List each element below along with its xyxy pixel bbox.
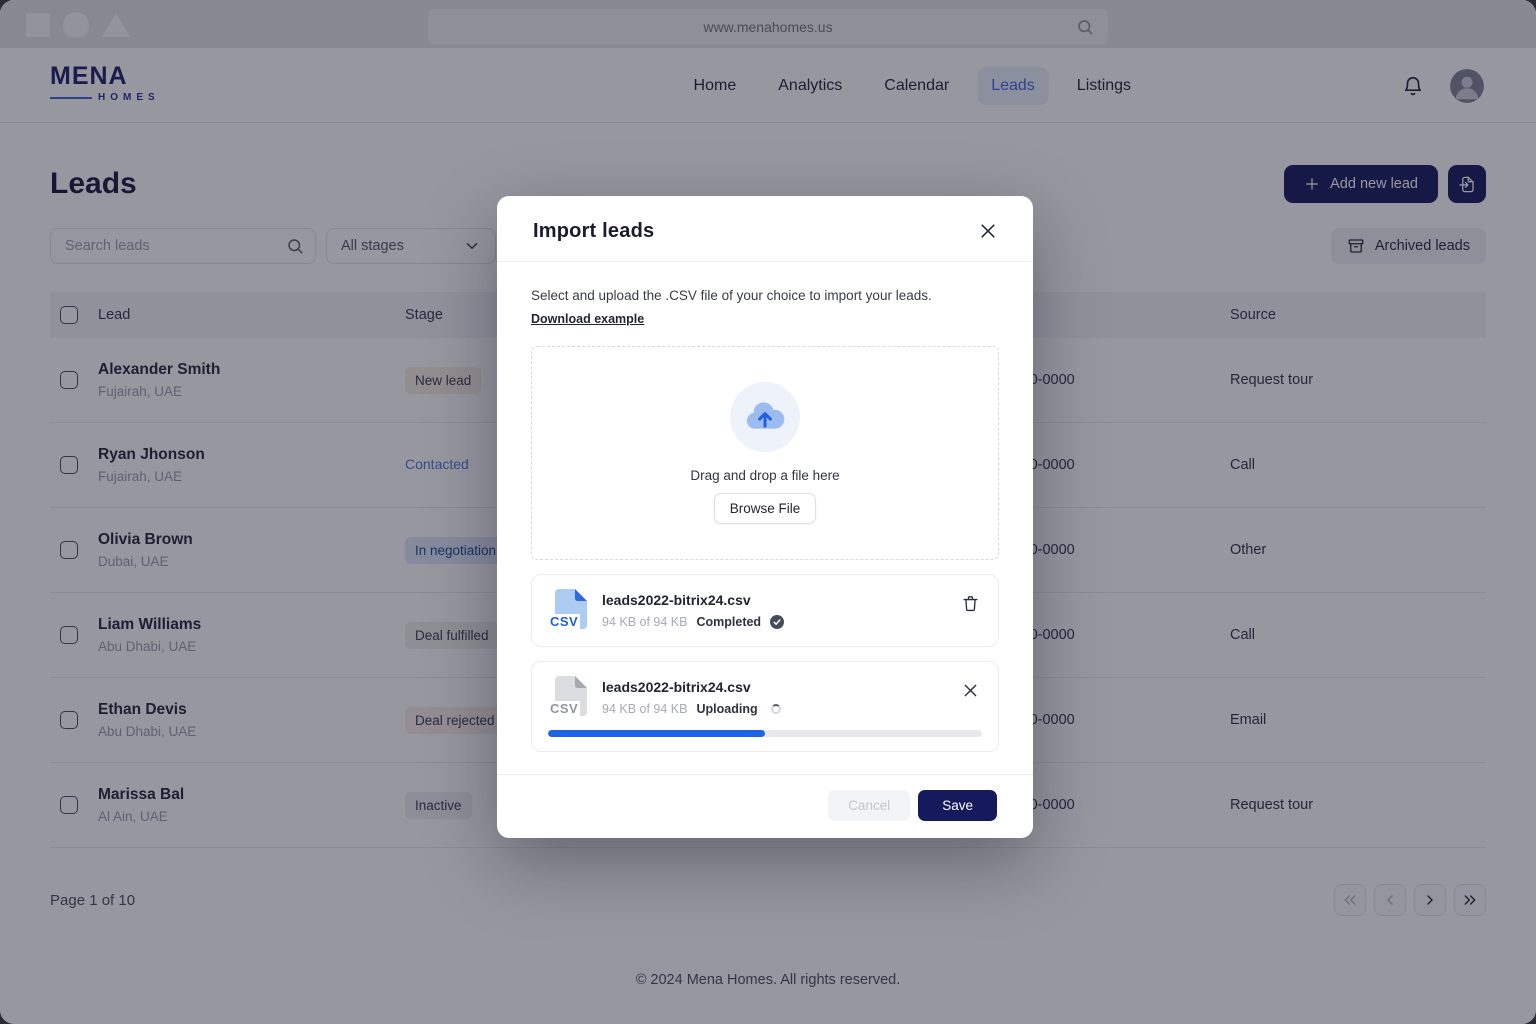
file-status: Uploading: [696, 702, 757, 716]
modal-footer: Cancel Save: [497, 774, 1033, 838]
upload-progress-fill: [548, 730, 765, 737]
file-dropzone[interactable]: Drag and drop a file here Browse File: [531, 346, 999, 560]
csv-file-icon: CSV: [548, 675, 588, 719]
modal-body: Select and upload the .CSV file of your …: [497, 262, 1033, 752]
check-circle-icon: [770, 615, 784, 629]
cancel-button[interactable]: Cancel: [828, 790, 910, 821]
close-icon: [978, 221, 998, 241]
screen: www.menahomes.us MENA HOMES Home Analyti…: [0, 0, 1536, 1024]
import-leads-modal: Import leads Select and upload the .CSV …: [497, 196, 1033, 838]
csv-file-icon: CSV: [548, 588, 588, 632]
uploading-file-item: CSV leads2022-bitrix24.csv 94 KB of 94 K…: [531, 661, 999, 752]
modal-header: Import leads: [497, 196, 1033, 262]
browser-window: www.menahomes.us MENA HOMES Home Analyti…: [0, 0, 1536, 1024]
modal-close-button[interactable]: [973, 216, 1003, 246]
file-name: leads2022-bitrix24.csv: [602, 679, 982, 695]
upload-cloud-icon: [730, 382, 800, 452]
save-button[interactable]: Save: [918, 790, 997, 821]
file-size: 94 KB of 94 KB: [602, 615, 687, 629]
cancel-upload-button[interactable]: [958, 678, 982, 702]
modal-title: Import leads: [533, 220, 997, 243]
file-size: 94 KB of 94 KB: [602, 702, 687, 716]
upload-progress-bar: [548, 730, 982, 737]
uploaded-file-item: CSV leads2022-bitrix24.csv 94 KB of 94 K…: [531, 574, 999, 647]
file-name: leads2022-bitrix24.csv: [602, 592, 982, 608]
trash-icon: [961, 594, 980, 613]
close-icon: [961, 681, 980, 700]
browse-file-button[interactable]: Browse File: [714, 493, 817, 524]
dropzone-hint: Drag and drop a file here: [690, 468, 839, 483]
modal-description: Select and upload the .CSV file of your …: [531, 288, 999, 303]
download-example-link[interactable]: Download example: [531, 312, 644, 326]
delete-file-button[interactable]: [958, 591, 982, 615]
file-status: Completed: [696, 615, 761, 629]
spinner-icon: [771, 704, 781, 714]
